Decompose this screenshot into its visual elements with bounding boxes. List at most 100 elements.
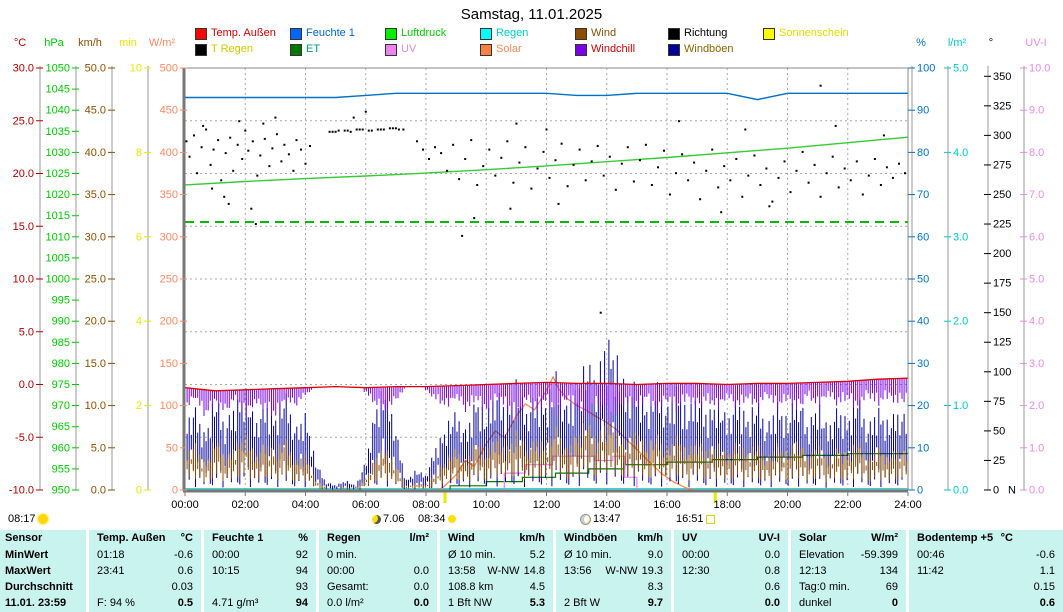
stats-column-header: SolarW/m²	[791, 530, 906, 547]
direction-dot	[765, 168, 767, 170]
axis-label: 450	[160, 105, 178, 117]
stats-column-sensor: SensorMinWertMaxWertDurchschnitt11.01. 2…	[0, 530, 86, 612]
sun-icon	[448, 515, 456, 523]
cell-time: 12:13	[799, 565, 827, 578]
axis-label: 5.0	[91, 442, 106, 454]
direction-dot	[329, 131, 331, 133]
direction-dot	[850, 179, 852, 181]
axis-label: 990	[52, 316, 70, 328]
stats-row-label: MaxWert	[0, 563, 86, 579]
x-tick-label: 04:00	[292, 499, 320, 511]
cell-value: 0.6	[765, 581, 780, 594]
cell-direction: W-NW	[487, 565, 519, 578]
axis-label: 75	[993, 396, 1005, 408]
direction-dot	[892, 177, 894, 179]
axis-label: 350	[160, 189, 178, 201]
axis-label: 15.0	[85, 358, 106, 370]
axis-label: 10.0	[1029, 63, 1050, 75]
cell-time: Ø 10 min.	[448, 549, 496, 562]
marker-time: 08:34	[418, 513, 446, 525]
stats-column-regen: Regenl/m²0 min.00:000.0Gesamt:0.00.0 l/m…	[316, 530, 437, 612]
axis-label: 325	[993, 100, 1011, 112]
axis-label: 50	[993, 425, 1005, 437]
direction-dot	[639, 159, 641, 161]
moon-icon	[372, 515, 381, 524]
axis-unit-min: min	[119, 37, 137, 49]
direction-dot	[211, 188, 213, 190]
axis-label: 2.0	[1029, 400, 1044, 412]
stats-cell: 11:421.1	[909, 563, 1063, 579]
direction-dot	[377, 129, 379, 131]
stats-cell: 10:1594	[204, 563, 316, 579]
direction-dot	[651, 184, 653, 186]
axis-unit-deg: °	[989, 37, 993, 49]
direction-dot	[217, 139, 219, 141]
stats-cell: 0 min.	[319, 547, 437, 563]
axis-label: 100	[917, 63, 935, 75]
direction-dot	[383, 129, 385, 131]
direction-dot	[368, 130, 370, 132]
direction-dot	[723, 165, 725, 167]
moon-icon	[580, 514, 591, 525]
cell-time: 1 Bft NW	[448, 597, 492, 610]
stats-cell: 13:56W-NW19.3	[556, 563, 671, 579]
direction-dot	[488, 149, 490, 151]
chart-plot-area[interactable]: °C30.025.020.015.010.05.00.0-5.0-10.0hPa…	[0, 0, 1063, 530]
direction-dot	[241, 158, 243, 160]
direction-dot	[338, 130, 340, 132]
direction-dot	[561, 143, 563, 145]
axis-label: 6.0	[1029, 231, 1044, 243]
marker-time: 08:17	[8, 513, 36, 525]
axis-label: 0	[136, 485, 142, 497]
direction-dot	[300, 149, 302, 151]
axis-label: 8	[136, 147, 142, 159]
stats-cell: 0.0	[674, 596, 788, 612]
direction-dot	[268, 165, 270, 167]
direction-dot	[796, 170, 798, 172]
axis-unit-uvi: UV-I	[1025, 37, 1046, 49]
axis-label: 1030	[46, 147, 70, 159]
cell-direction: W-NW	[605, 565, 637, 578]
x-tick-label: 06:00	[352, 499, 380, 511]
axis-label: 4.0	[1029, 316, 1044, 328]
cell-time: Gesamt:	[327, 581, 369, 594]
x-tick-label: 14:00	[593, 499, 621, 511]
direction-dot	[210, 164, 212, 166]
stats-cell: 8.3	[556, 580, 671, 596]
axis-label: 995	[52, 295, 70, 307]
cell-time: 00:00	[682, 549, 710, 562]
axis-label: -5.0	[15, 432, 34, 444]
direction-dot	[844, 168, 846, 170]
x-tick-label: 00:00	[171, 499, 199, 511]
axis-unit-lm2: l/m²	[948, 37, 967, 49]
direction-dot	[461, 235, 463, 237]
direction-dot	[189, 156, 191, 158]
stats-column-header: Feuchte 1%	[204, 530, 316, 547]
column-title: Windböen	[564, 532, 617, 545]
direction-dot	[271, 147, 273, 149]
cell-time: 11:42	[917, 565, 944, 578]
axis-label: 225	[993, 219, 1011, 231]
direction-dot	[633, 181, 635, 183]
axis-label: 4	[136, 316, 142, 328]
axis-label: 125	[993, 337, 1011, 349]
cell-time: 23:41	[97, 565, 125, 578]
stats-column-header: Temp. Außen°C	[89, 530, 201, 547]
axis-label: 0.0	[19, 379, 34, 391]
axis-label: 150	[160, 358, 178, 370]
stats-cell: 13:58W-NW14.8	[440, 563, 553, 579]
direction-dot	[347, 130, 349, 132]
direction-dot	[663, 150, 665, 152]
axis-label: 3.0	[953, 231, 968, 243]
axis-label: 955	[52, 463, 70, 475]
stats-cell: 0.15	[909, 580, 1063, 596]
weather-graph-window: Samstag, 11.01.2025 Temp. AußenFeuchte 1…	[0, 0, 1063, 612]
direction-dot	[398, 129, 400, 131]
direction-dot	[802, 151, 804, 153]
cell-time: Elevation	[799, 549, 844, 562]
column-unit: %	[298, 532, 308, 545]
direction-dot	[186, 140, 188, 142]
x-tick-label: 24:00	[894, 499, 922, 511]
direction-dot	[904, 172, 906, 174]
axis-label: 0.0	[91, 485, 106, 497]
